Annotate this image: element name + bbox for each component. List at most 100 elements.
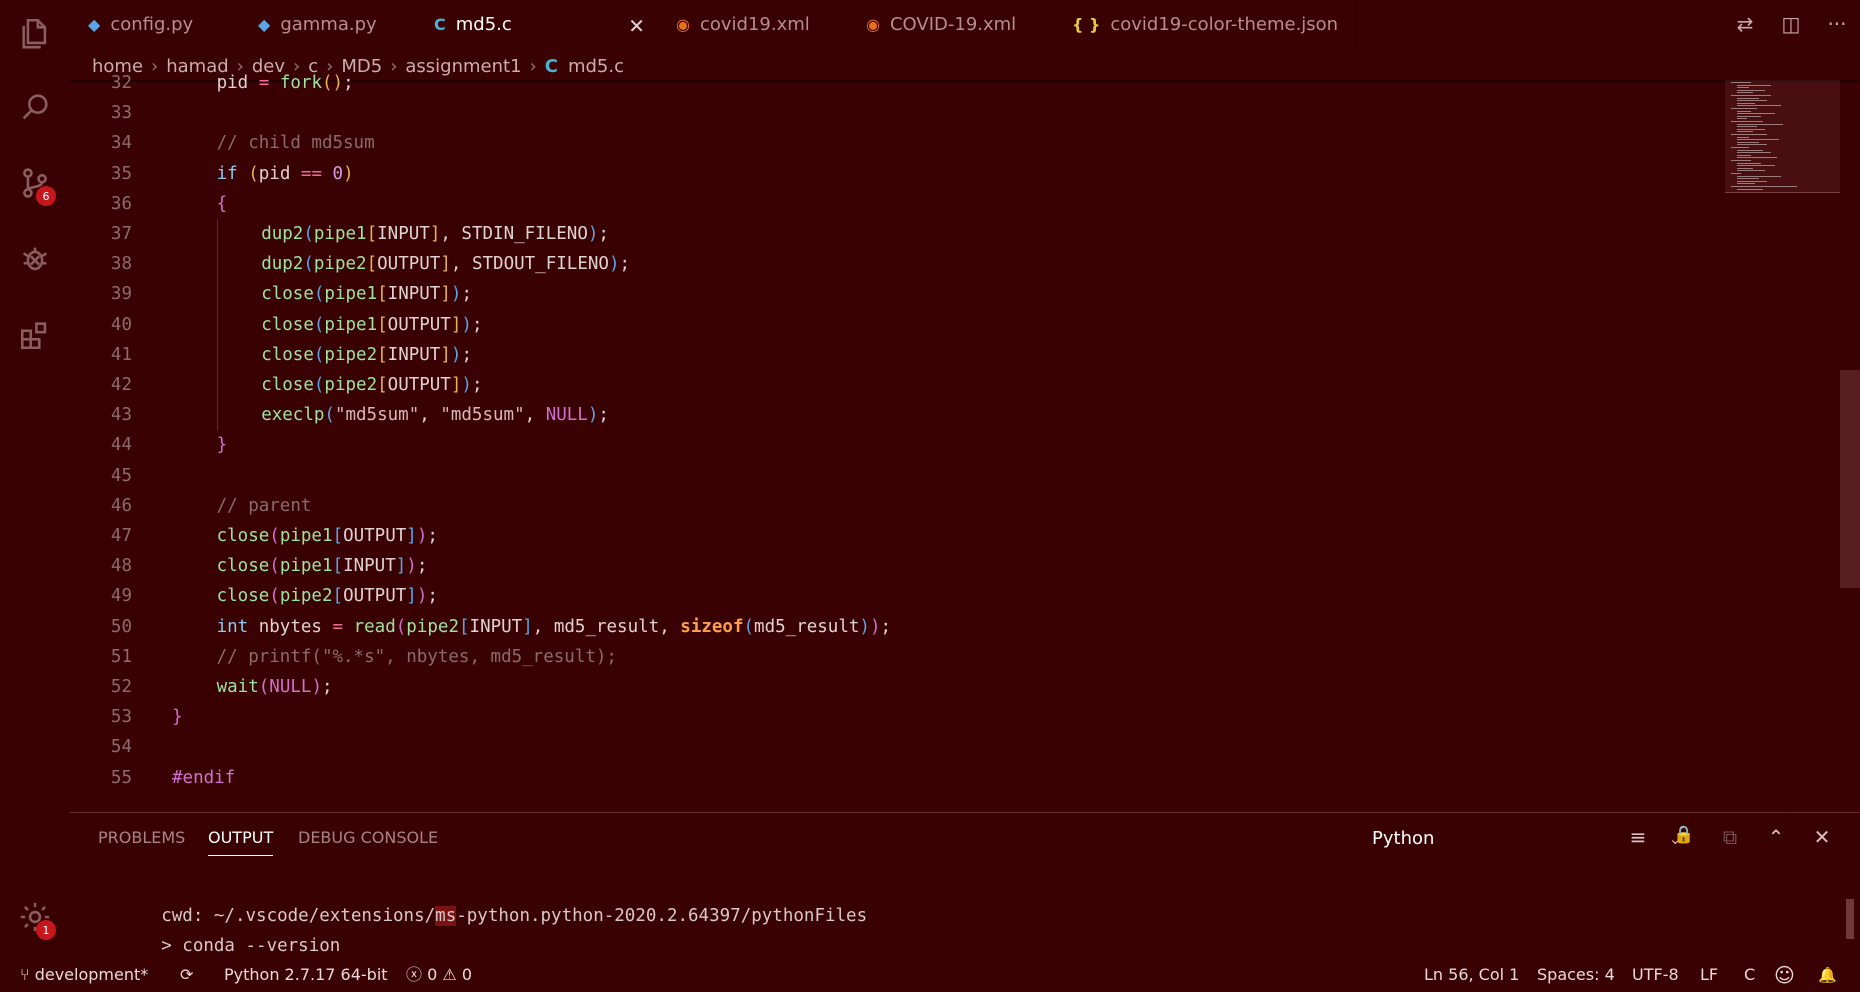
indentation[interactable]: Spaces: 4: [1537, 958, 1615, 992]
tab-md5-c[interactable]: C md5.c ✕: [416, 0, 658, 48]
find-highlight: ms: [435, 906, 457, 926]
lock-icon[interactable]: 🔒: [1668, 825, 1700, 853]
line-number[interactable]: 43: [70, 400, 132, 430]
settings-badge: 1: [36, 920, 56, 940]
sync-icon[interactable]: ⟳: [180, 958, 193, 992]
editor-scrollbar[interactable]: [1840, 370, 1860, 588]
minimap-line: [1737, 162, 1761, 164]
bell-icon[interactable]: 🔔: [1818, 958, 1837, 992]
tab-covid19-color-theme-json[interactable]: { } covid19-color-theme.json: [1054, 0, 1356, 48]
code-text: close(pipe1[OUTPUT]);: [217, 521, 438, 551]
feedback-icon[interactable]: ☺: [1774, 958, 1795, 992]
line-number[interactable]: 48: [70, 551, 132, 581]
code-token: ;: [461, 344, 472, 365]
close-icon[interactable]: ✕: [628, 14, 645, 38]
line-number[interactable]: 40: [70, 310, 132, 340]
output-text[interactable]: cwd: ~/.vscode/extensions/ms-python.pyth…: [98, 871, 867, 956]
code-token: ;: [416, 556, 428, 577]
code-token: OUTPUT: [387, 375, 451, 395]
line-number[interactable]: 33: [70, 98, 132, 128]
tab-covid-19-xml[interactable]: ◉ COVID-19.xml: [848, 0, 1054, 48]
line-number[interactable]: 35: [70, 159, 132, 189]
tab-covid19-xml[interactable]: ◉ covid19.xml: [658, 0, 848, 48]
open-changes-icon[interactable]: ⇄: [1722, 12, 1768, 36]
line-number[interactable]: 50: [70, 612, 132, 642]
editor-actions: ⇄ ◫ ···: [1722, 0, 1860, 48]
line-number[interactable]: 46: [70, 491, 132, 521]
code-token: pipe2: [324, 344, 378, 365]
tab-debug-console[interactable]: DEBUG CONSOLE: [298, 813, 438, 863]
line-number[interactable]: 41: [70, 340, 132, 370]
extensions-icon[interactable]: [0, 304, 70, 366]
line-number[interactable]: 47: [70, 521, 132, 551]
line-number[interactable]: 44: [70, 430, 132, 460]
code-token: ): [869, 616, 881, 637]
code-token: ;: [880, 616, 892, 637]
code-token: ): [587, 405, 599, 426]
code-token: INPUT: [343, 556, 396, 577]
tab-label: gamma.py: [280, 13, 377, 35]
search-icon[interactable]: [0, 76, 70, 138]
cursor-position[interactable]: Ln 56, Col 1: [1424, 958, 1519, 992]
tab-output[interactable]: OUTPUT: [208, 813, 274, 856]
breadcrumb-file[interactable]: md5.c: [568, 56, 624, 77]
clear-output-icon[interactable]: ≡: [1622, 825, 1654, 853]
scm-badge: 6: [36, 186, 56, 206]
split-editor-icon[interactable]: ◫: [1768, 12, 1814, 36]
tab-label: covid19.xml: [699, 13, 810, 35]
code-token: (: [324, 405, 335, 426]
line-number[interactable]: 55: [70, 763, 132, 793]
code-token: ): [406, 556, 417, 577]
code-token: ==: [300, 163, 322, 184]
line-number[interactable]: 45: [70, 461, 132, 491]
tab-gamma-py[interactable]: ◆ gamma.py: [240, 0, 416, 48]
line-number[interactable]: 49: [70, 581, 132, 611]
code-token: ): [608, 254, 620, 275]
line-number[interactable]: 39: [70, 279, 132, 309]
branch-status[interactable]: ⑂ development*: [20, 958, 148, 992]
encoding[interactable]: UTF-8: [1632, 958, 1679, 992]
line-number[interactable]: 32: [70, 68, 132, 98]
problems-status[interactable]: ⓧ 0 ⚠ 0: [406, 958, 472, 992]
indent-guide: [216, 279, 218, 310]
line-number[interactable]: 51: [70, 642, 132, 672]
language-mode[interactable]: C: [1744, 958, 1755, 992]
code-token: ): [343, 163, 354, 184]
more-actions-icon[interactable]: ···: [1814, 12, 1860, 36]
line-number[interactable]: 38: [70, 249, 132, 279]
code-token: , STDOUT_FILENO: [450, 254, 609, 275]
close-panel-icon[interactable]: ✕: [1806, 825, 1838, 853]
end-of-line[interactable]: LF: [1700, 958, 1718, 992]
minimap-line: [1737, 128, 1765, 130]
code-token: ]: [406, 586, 417, 607]
output-scrollbar[interactable]: [1846, 899, 1854, 939]
breadcrumb-assignment1[interactable]: assignment1: [405, 56, 521, 77]
code-token: ]: [440, 254, 451, 275]
line-number[interactable]: 54: [70, 732, 132, 762]
line-number[interactable]: 36: [70, 189, 132, 219]
tab-config-py[interactable]: ◆ config.py: [70, 0, 240, 48]
minimap-line: [1737, 188, 1763, 190]
code-token: pipe1: [313, 224, 367, 244]
debug-icon[interactable]: [0, 228, 70, 290]
explorer-icon[interactable]: [0, 2, 70, 64]
minimap-line: [1731, 108, 1757, 109]
tab-label: COVID-19.xml: [889, 13, 1017, 35]
settings-gear-icon[interactable]: 1: [0, 886, 70, 948]
source-control-icon[interactable]: 6: [0, 152, 70, 214]
line-number[interactable]: 42: [70, 370, 132, 400]
line-number[interactable]: 53: [70, 702, 132, 732]
python-interpreter[interactable]: Python 2.7.17 64-bit: [224, 958, 388, 992]
code-token: (: [743, 616, 755, 637]
code-editor[interactable]: 32 pid = fork(); 33 34// child md5sum 35 if (…: [70, 73, 1720, 810]
maximize-panel-icon[interactable]: ⌃: [1760, 825, 1792, 853]
line-number[interactable]: 37: [70, 219, 132, 249]
line-number[interactable]: 34: [70, 128, 132, 158]
code-text: dup2(pipe2[OUTPUT], STDOUT_FILENO);: [261, 249, 630, 279]
minimap[interactable]: [1725, 80, 1840, 195]
line-number[interactable]: 52: [70, 672, 132, 702]
indent-guide: [216, 219, 218, 250]
tab-problems[interactable]: PROBLEMS: [98, 813, 185, 863]
